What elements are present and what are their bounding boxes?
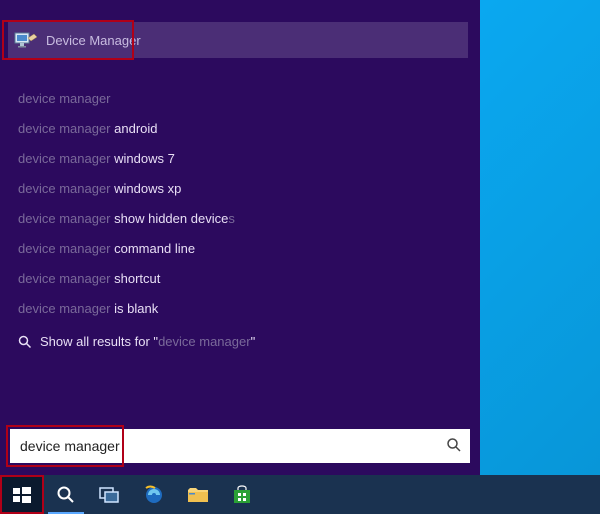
device-manager-icon (14, 30, 38, 50)
desktop-background (480, 0, 600, 475)
explorer-button[interactable] (176, 475, 220, 514)
show-all-results[interactable]: Show all results for "device manager" (18, 324, 458, 349)
suggestion-item[interactable]: device manager (18, 84, 458, 114)
windows-icon (12, 485, 32, 505)
taskbar (0, 475, 600, 514)
top-result-label: Device Manager (46, 33, 141, 48)
store-button[interactable] (220, 475, 264, 514)
suggestion-item[interactable]: device manager is blank (18, 294, 458, 324)
ie-icon (143, 484, 165, 506)
folder-icon (187, 486, 209, 504)
suggestion-item[interactable]: device manager windows 7 (18, 144, 458, 174)
suggestion-item[interactable]: device manager show hidden devices (18, 204, 458, 234)
taskview-button[interactable] (88, 475, 132, 514)
search-input[interactable] (10, 429, 470, 463)
suggestion-list: device manager device manager android de… (18, 84, 458, 349)
search-icon (18, 335, 32, 349)
ie-button[interactable] (132, 475, 176, 514)
start-button[interactable] (0, 475, 44, 514)
search-icon[interactable] (446, 437, 462, 453)
search-button[interactable] (44, 475, 88, 514)
suggestion-item[interactable]: device manager shortcut (18, 264, 458, 294)
suggestion-item[interactable]: device manager command line (18, 234, 458, 264)
search-box-container (10, 429, 470, 463)
suggestion-item[interactable]: device manager windows xp (18, 174, 458, 204)
top-result[interactable]: Device Manager (8, 22, 468, 58)
search-icon (56, 485, 76, 505)
store-icon (232, 485, 252, 505)
show-all-text: Show all results for "device manager" (40, 334, 255, 349)
taskview-icon (99, 486, 121, 504)
suggestion-item[interactable]: device manager android (18, 114, 458, 144)
search-results-pane: Device Manager device manager device man… (0, 0, 480, 475)
